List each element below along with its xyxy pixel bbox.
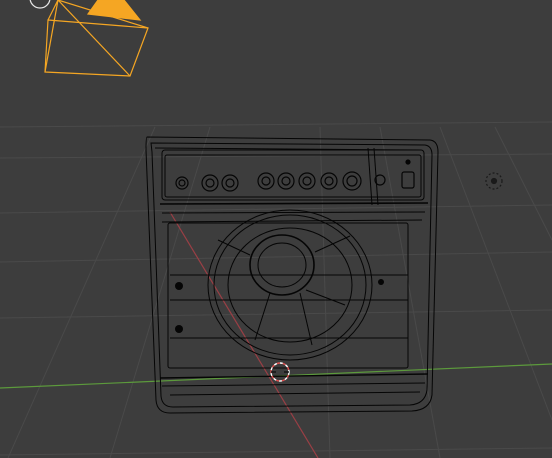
grid-floor xyxy=(0,121,552,458)
amplifier-mesh[interactable] xyxy=(145,136,439,414)
3d-viewport[interactable] xyxy=(0,0,552,458)
amplifier-knobs xyxy=(175,159,415,192)
viewport-scene[interactable] xyxy=(0,0,552,458)
3d-cursor-icon[interactable] xyxy=(270,362,290,382)
camera-icon[interactable] xyxy=(29,0,149,77)
x-axis-line xyxy=(169,211,319,458)
light-icon[interactable] xyxy=(485,172,503,190)
